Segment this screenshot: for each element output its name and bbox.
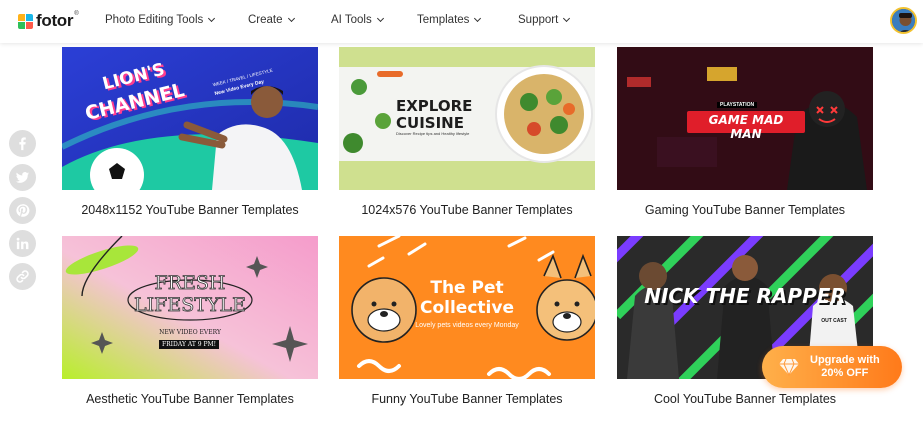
fotor-logo[interactable]: fotor ®	[18, 11, 79, 31]
link-icon	[16, 270, 29, 283]
card-caption[interactable]: Aesthetic YouTube Banner Templates	[62, 392, 318, 406]
nav-label: Support	[518, 14, 559, 26]
banner-title-line2: Collective	[420, 298, 514, 318]
upgrade-line1: Upgrade with	[810, 354, 880, 366]
upgrade-line2: 20% OFF	[821, 367, 869, 379]
avatar-image	[892, 9, 915, 32]
logo-registered-mark: ®	[74, 11, 79, 17]
share-linkedin-button[interactable]	[9, 230, 36, 257]
share-twitter-button[interactable]	[9, 164, 36, 191]
nav-ai-tools[interactable]: AI Tools	[331, 14, 384, 26]
user-avatar[interactable]	[890, 7, 917, 34]
nav-label: Create	[248, 14, 283, 26]
logo-text: fotor	[36, 11, 74, 30]
nav-label: AI Tools	[331, 14, 372, 26]
chevron-down-icon	[208, 14, 216, 23]
banner-subtitle: Lovely pets videos every Monday	[415, 322, 519, 329]
top-navbar: fotor ® Photo Editing Tools Create AI To…	[0, 0, 923, 43]
chevron-down-icon	[376, 14, 384, 23]
banner-tag: PLAYSTATION	[717, 102, 758, 108]
card-caption[interactable]: 1024x576 YouTube Banner Templates	[339, 203, 595, 217]
card-caption[interactable]: Funny YouTube Banner Templates	[339, 392, 595, 406]
share-pinterest-button[interactable]	[9, 197, 36, 224]
banner-title-line1: The Pet	[430, 278, 504, 298]
nav-label: Templates	[417, 14, 470, 26]
template-thumbnail-1024x576[interactable]: EXPLORE CUISINE Discover Recipe tips and…	[339, 47, 595, 190]
template-thumbnail-funny[interactable]: The Pet Collective Lovely pets videos ev…	[339, 236, 595, 379]
diamond-icon	[779, 358, 799, 376]
twitter-icon	[15, 172, 30, 183]
explore-cuisine-banner	[339, 47, 595, 190]
chevron-down-icon	[287, 14, 295, 23]
fotor-logo-icon	[18, 13, 33, 29]
banner-subtitle: NEW VIDEO EVERY	[159, 329, 221, 336]
copy-link-button[interactable]	[9, 263, 36, 290]
chevron-down-icon	[563, 14, 571, 23]
banner-title-line2: CUISINE	[396, 114, 464, 132]
facebook-icon	[19, 137, 26, 151]
nav-templates[interactable]: Templates	[417, 14, 482, 26]
share-facebook-button[interactable]	[9, 130, 36, 157]
pinterest-icon	[16, 204, 30, 217]
template-thumbnail-gaming[interactable]: PLAYSTATION GAME MAD MAN	[617, 47, 873, 190]
chevron-down-icon	[474, 14, 482, 23]
linkedin-icon	[16, 237, 29, 250]
banner-title: NICK THE RAPPER	[644, 284, 846, 308]
banner-title: GAME MAD MAN	[708, 113, 784, 141]
card-caption[interactable]: 2048x1152 YouTube Banner Templates	[62, 203, 318, 217]
nav-support[interactable]: Support	[518, 14, 571, 26]
banner-title-line1: FRESH	[154, 272, 226, 295]
nav-photo-editing-tools[interactable]: Photo Editing Tools	[105, 14, 216, 26]
upgrade-discount-button[interactable]: Upgrade with 20% OFF	[762, 346, 902, 388]
banner-subtitle: Discover Recipe tips and Healthy lifesty…	[396, 131, 470, 136]
nav-label: Photo Editing Tools	[105, 14, 204, 26]
template-thumbnail-aesthetic[interactable]: FRESH LIFESTYLE NEW VIDEO EVERY FRIDAY A…	[62, 236, 318, 379]
nav-create[interactable]: Create	[248, 14, 295, 26]
banner-title-line1: EXPLORE	[396, 97, 473, 115]
card-caption[interactable]: Gaming YouTube Banner Templates	[617, 203, 873, 217]
banner-shirt-text: OUT CAST	[821, 318, 847, 324]
upgrade-text: Upgrade with 20% OFF	[810, 354, 880, 380]
template-thumbnail-2048x1152[interactable]: LION'S CHANNEL WEEK / TRAVEL / LIFESTYLE…	[62, 47, 318, 190]
card-caption[interactable]: Cool YouTube Banner Templates	[617, 392, 873, 406]
banner-badge: FRIDAY AT 9 PM!	[159, 340, 220, 349]
banner-title-line2: LIFESTYLE	[134, 294, 247, 317]
